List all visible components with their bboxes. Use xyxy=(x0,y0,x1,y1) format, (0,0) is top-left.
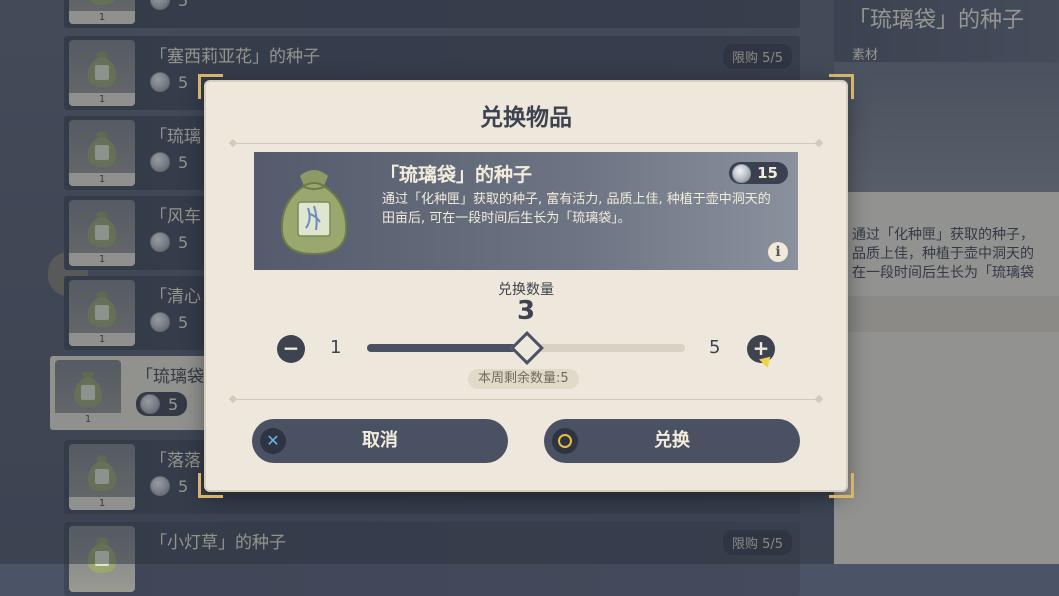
item-card: 「琉璃袋」的种子 15 通过「化种匣」获取的种子, 富有活力, 品质上佳, 种植… xyxy=(254,152,798,270)
cancel-button[interactable]: ✕ 取消 xyxy=(252,419,508,463)
corner-ornament xyxy=(198,74,223,99)
exchange-dialog: 兑换物品 「琉璃袋」的种子 15 通过「化种匣」获取的种子, 富有活力, 品质上… xyxy=(198,74,854,498)
info-icon[interactable]: i xyxy=(768,242,788,262)
quantity-max: 5 xyxy=(709,337,721,358)
item-description: 通过「化种匣」获取的种子, 富有活力, 品质上佳, 种植于壶中洞天的田亩后, 可… xyxy=(382,192,771,226)
corner-ornament xyxy=(829,473,854,498)
weekly-remaining-badge: 本周剩余数量:5 xyxy=(468,369,579,389)
item-name: 「琉璃袋」的种子 xyxy=(380,164,533,186)
corner-ornament xyxy=(829,74,854,99)
quantity-slider-fill xyxy=(367,344,526,352)
cancel-button-label: 取消 xyxy=(362,430,398,451)
quantity-value: 3 xyxy=(516,296,536,326)
corner-ornament xyxy=(198,473,223,498)
quantity-slider[interactable] xyxy=(367,331,685,365)
currency-coin-icon xyxy=(732,163,752,183)
seed-bag-icon xyxy=(280,170,348,256)
dialog-title: 兑换物品 xyxy=(480,105,572,131)
decrease-quantity-button[interactable]: − xyxy=(277,335,305,363)
item-cost-value: 15 xyxy=(757,164,778,182)
quantity-slider-thumb[interactable] xyxy=(510,331,544,365)
quantity-min: 1 xyxy=(330,337,342,358)
button-divider xyxy=(236,399,816,400)
confirm-exchange-button[interactable]: 兑换 xyxy=(544,419,800,463)
confirm-button-label: 兑换 xyxy=(654,430,690,451)
item-cost-badge: 15 xyxy=(729,162,788,184)
title-divider xyxy=(236,143,816,144)
